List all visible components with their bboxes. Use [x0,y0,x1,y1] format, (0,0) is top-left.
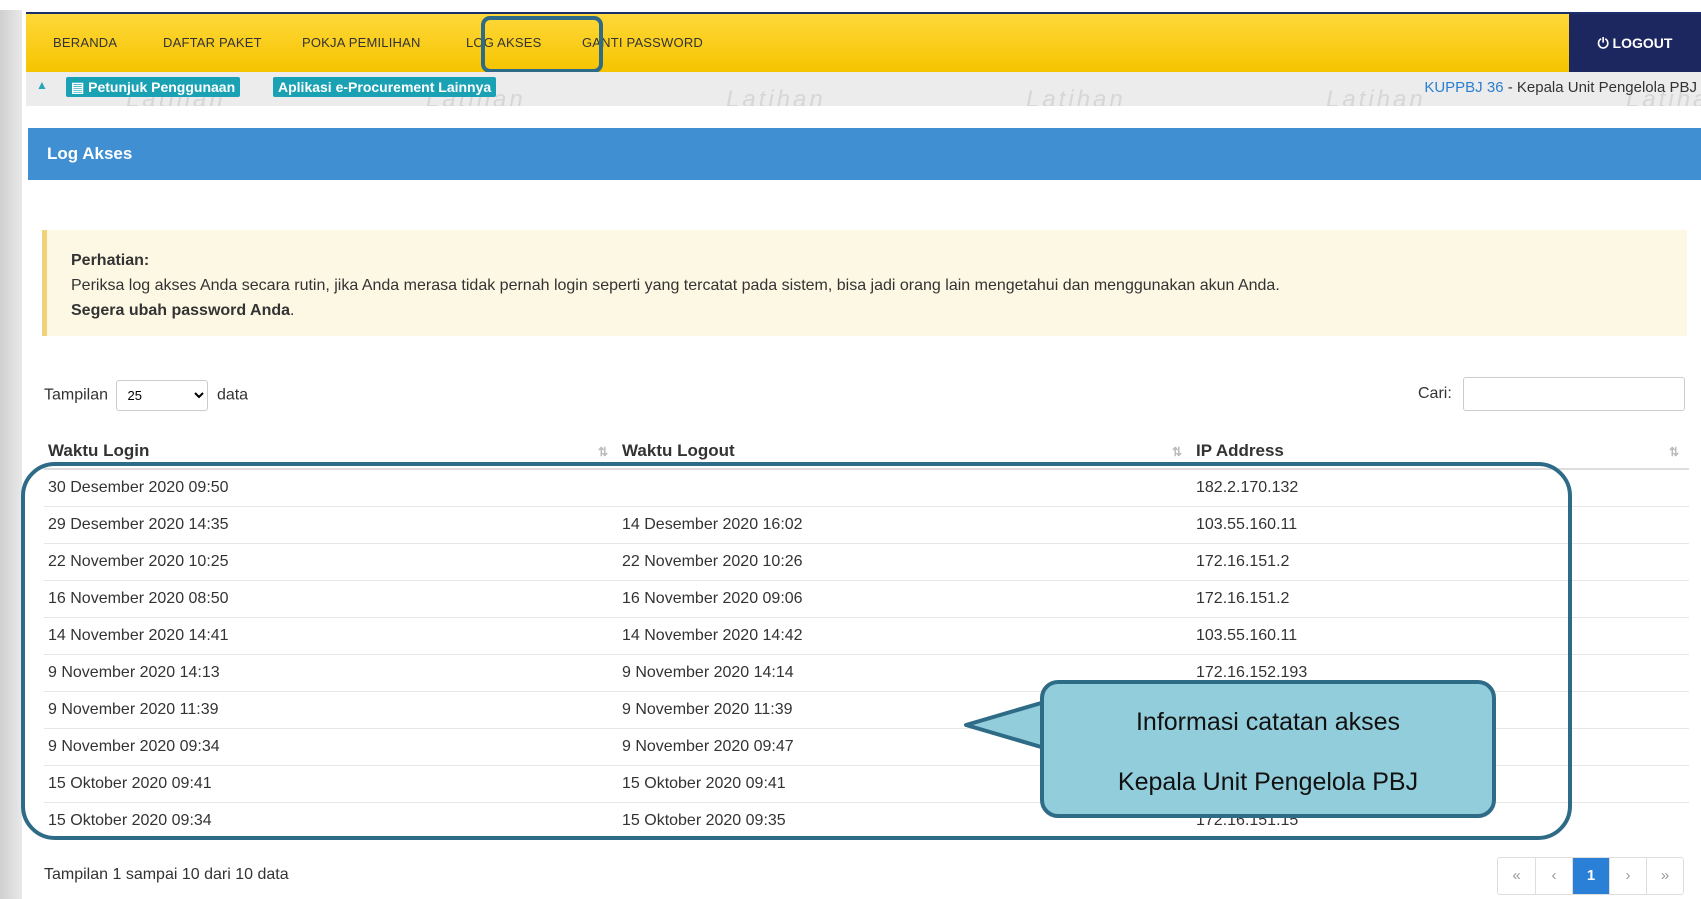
top-navbar: BERANDA DAFTAR PAKET POKJA PEMILIHAN LOG… [26,12,1701,72]
table-row: 14 November 2020 14:41 14 November 2020 1… [44,616,1689,654]
cell-waktu-login: 14 November 2020 14:41 [44,616,618,654]
cell-waktu-logout: 14 November 2020 14:42 [618,616,1192,654]
cell-waktu-login: 9 November 2020 09:34 [44,727,618,765]
cell-waktu-login: 9 November 2020 11:39 [44,690,618,728]
alert-strong: Segera ubah password Anda. [71,302,295,319]
nav-pokja-pemilihan[interactable]: POKJA PEMILIHAN [302,14,421,72]
watermark-text: Latihan [1026,86,1126,106]
annotation-callout: Informasi catatan akses Kepala Unit Peng… [1040,680,1496,818]
cell-ip-address: 103.55.160.11 [1192,616,1689,654]
table-info: Tampilan 1 sampai 10 dari 10 data [44,866,289,883]
logout-button[interactable]: ⏻ LOGOUT [1569,14,1701,72]
alert-body: Periksa log akses Anda secara rutin, jik… [71,277,1280,294]
col-ip-address[interactable]: IP Address ⇅ [1192,433,1689,470]
pagination: « ‹ 1 › » [1497,857,1684,895]
cell-waktu-logout: 22 November 2020 10:26 [618,542,1192,580]
cell-waktu-login: 15 Oktober 2020 09:41 [44,764,618,802]
user-code[interactable]: KUPPBJ 36 [1424,79,1503,96]
user-info: KUPPBJ 36 - Kepala Unit Pengelola PBJ [1424,79,1697,96]
page-title: Log Akses [28,128,1701,180]
cell-ip-address: 172.16.151.2 [1192,579,1689,617]
logout-label: LOGOUT [1612,35,1673,51]
other-apps-link[interactable]: Aplikasi e-Procurement Lainnya [273,77,497,97]
power-icon: ⏻ [1597,35,1609,51]
cell-waktu-login: 15 Oktober 2020 09:34 [44,801,618,839]
user-role: - Kepala Unit Pengelola PBJ [1503,79,1697,96]
cell-waktu-login: 16 November 2020 08:50 [44,579,618,617]
watermark-text: Latihan [726,86,826,106]
col-waktu-logout[interactable]: Waktu Logout ⇅ [618,433,1192,470]
search-input[interactable] [1463,377,1685,411]
alert-title: Perhatian: [71,252,150,269]
sort-icon: ⇅ [1171,445,1182,459]
cell-waktu-logout: 16 November 2020 09:06 [618,579,1192,617]
first-page-button[interactable]: « [1498,858,1535,894]
book-icon: ▤ [71,79,89,95]
page-length-control: Tampilan 25 data [44,380,248,411]
next-page-button[interactable]: › [1609,858,1646,894]
warning-alert: Perhatian: Periksa log akses Anda secara… [42,230,1687,336]
length-suffix: data [216,386,249,404]
table-row: 22 November 2020 10:25 22 November 2020 1… [44,542,1689,580]
callout-line-1: Informasi catatan akses [1135,708,1400,736]
cell-ip-address: 103.55.160.11 [1192,505,1689,543]
nav-beranda[interactable]: BERANDA [53,14,117,72]
cell-ip-address: 172.16.151.2 [1192,542,1689,580]
col-waktu-login[interactable]: Waktu Login ⇅ [44,433,618,470]
table-row: 16 November 2020 08:50 16 November 2020 0… [44,579,1689,617]
help-link[interactable]: ▤ Petunjuk Penggunaan [66,77,241,97]
page-1-button[interactable]: 1 [1572,858,1609,894]
watermark-text: Latihan [1326,86,1426,106]
cell-waktu-logout [618,468,1192,506]
cell-waktu-login: 29 Desember 2020 14:35 [44,505,618,543]
callout-line-2: Kepala Unit Pengelola PBJ [1117,768,1419,796]
cell-waktu-login: 22 November 2020 10:25 [44,542,618,580]
browser-frame: BERANDA DAFTAR PAKET POKJA PEMILIHAN LOG… [0,0,1701,899]
last-page-button[interactable]: » [1646,858,1683,894]
cell-waktu-login: 9 November 2020 14:13 [44,653,618,691]
search-label: Cari: [1418,385,1452,402]
length-prefix: Tampilan [44,386,109,404]
sort-icon: ⇅ [597,445,608,459]
sort-icon: ⇅ [1668,445,1679,459]
callout-pointer [964,699,1050,751]
page-length-select[interactable]: 25 [116,380,209,411]
sub-toolbar: Latihan Latihan Latihan Latihan Latihan … [26,72,1701,106]
table-row: 29 Desember 2020 14:35 14 Desember 2020 1… [44,505,1689,543]
table-row: 30 Desember 2020 09:50 182.2.170.132 [44,468,1689,506]
cell-waktu-login: 30 Desember 2020 09:50 [44,468,618,506]
cell-waktu-logout: 14 Desember 2020 16:02 [618,505,1192,543]
cell-ip-address: 182.2.170.132 [1192,468,1689,506]
nav-active-highlight [481,16,603,73]
collapse-up-icon[interactable]: ▲ [36,78,48,92]
nav-daftar-paket[interactable]: DAFTAR PAKET [163,14,262,72]
prev-page-button[interactable]: ‹ [1535,858,1572,894]
window-shadow [0,10,22,899]
